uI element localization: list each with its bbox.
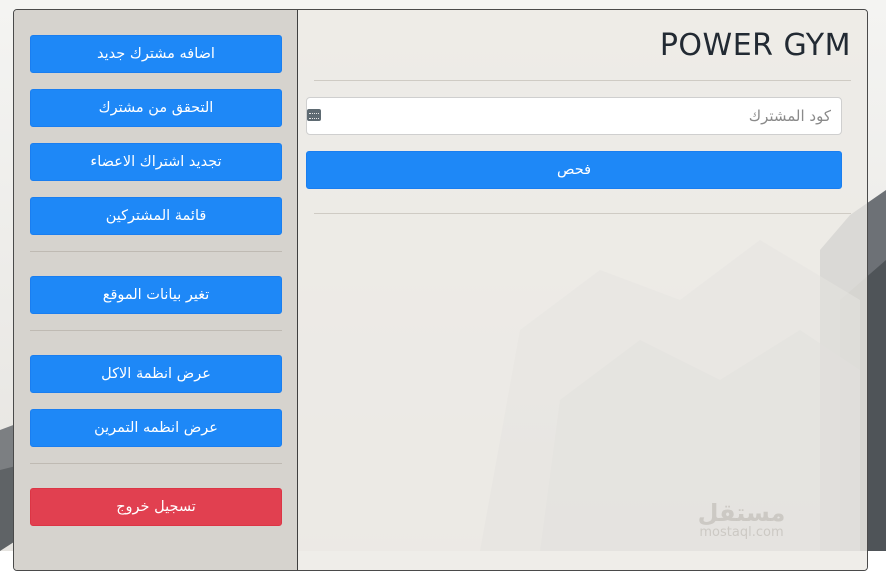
app-window: اضافه مشترك جديد التحقق من مشترك تجديد ا… bbox=[13, 9, 868, 571]
watermark-latin: mostaql.com bbox=[699, 525, 784, 540]
subscriber-code-input[interactable] bbox=[306, 97, 842, 135]
change-site-data-button[interactable]: تغير بيانات الموقع bbox=[30, 276, 282, 314]
view-workout-plans-button[interactable]: عرض انظمه التمرين bbox=[30, 409, 282, 447]
check-button[interactable]: فحص bbox=[306, 151, 842, 189]
subscribers-list-button[interactable]: قائمة المشتركين bbox=[30, 197, 282, 235]
verify-subscriber-button[interactable]: التحقق من مشترك bbox=[30, 89, 282, 127]
title-divider bbox=[314, 80, 851, 81]
keyboard-icon bbox=[307, 109, 321, 121]
logout-button[interactable]: تسجيل خروج bbox=[30, 488, 282, 526]
sidebar-divider bbox=[30, 463, 282, 464]
add-subscriber-button[interactable]: اضافه مشترك جديد bbox=[30, 35, 282, 73]
view-diet-plans-button[interactable]: عرض انظمة الاكل bbox=[30, 355, 282, 393]
sidebar-divider bbox=[30, 330, 282, 331]
page-title: POWER GYM bbox=[659, 28, 851, 63]
sidebar: اضافه مشترك جديد التحقق من مشترك تجديد ا… bbox=[14, 10, 298, 570]
renew-membership-button[interactable]: تجديد اشتراك الاعضاء bbox=[30, 143, 282, 181]
watermark-arabic: مستقل bbox=[697, 499, 786, 527]
sidebar-divider bbox=[30, 251, 282, 252]
mostaql-watermark: مستقل mostaql.com bbox=[684, 500, 799, 550]
form-divider bbox=[314, 213, 851, 214]
main-panel: POWER GYM فحص مستقل mostaql.com bbox=[298, 10, 867, 570]
